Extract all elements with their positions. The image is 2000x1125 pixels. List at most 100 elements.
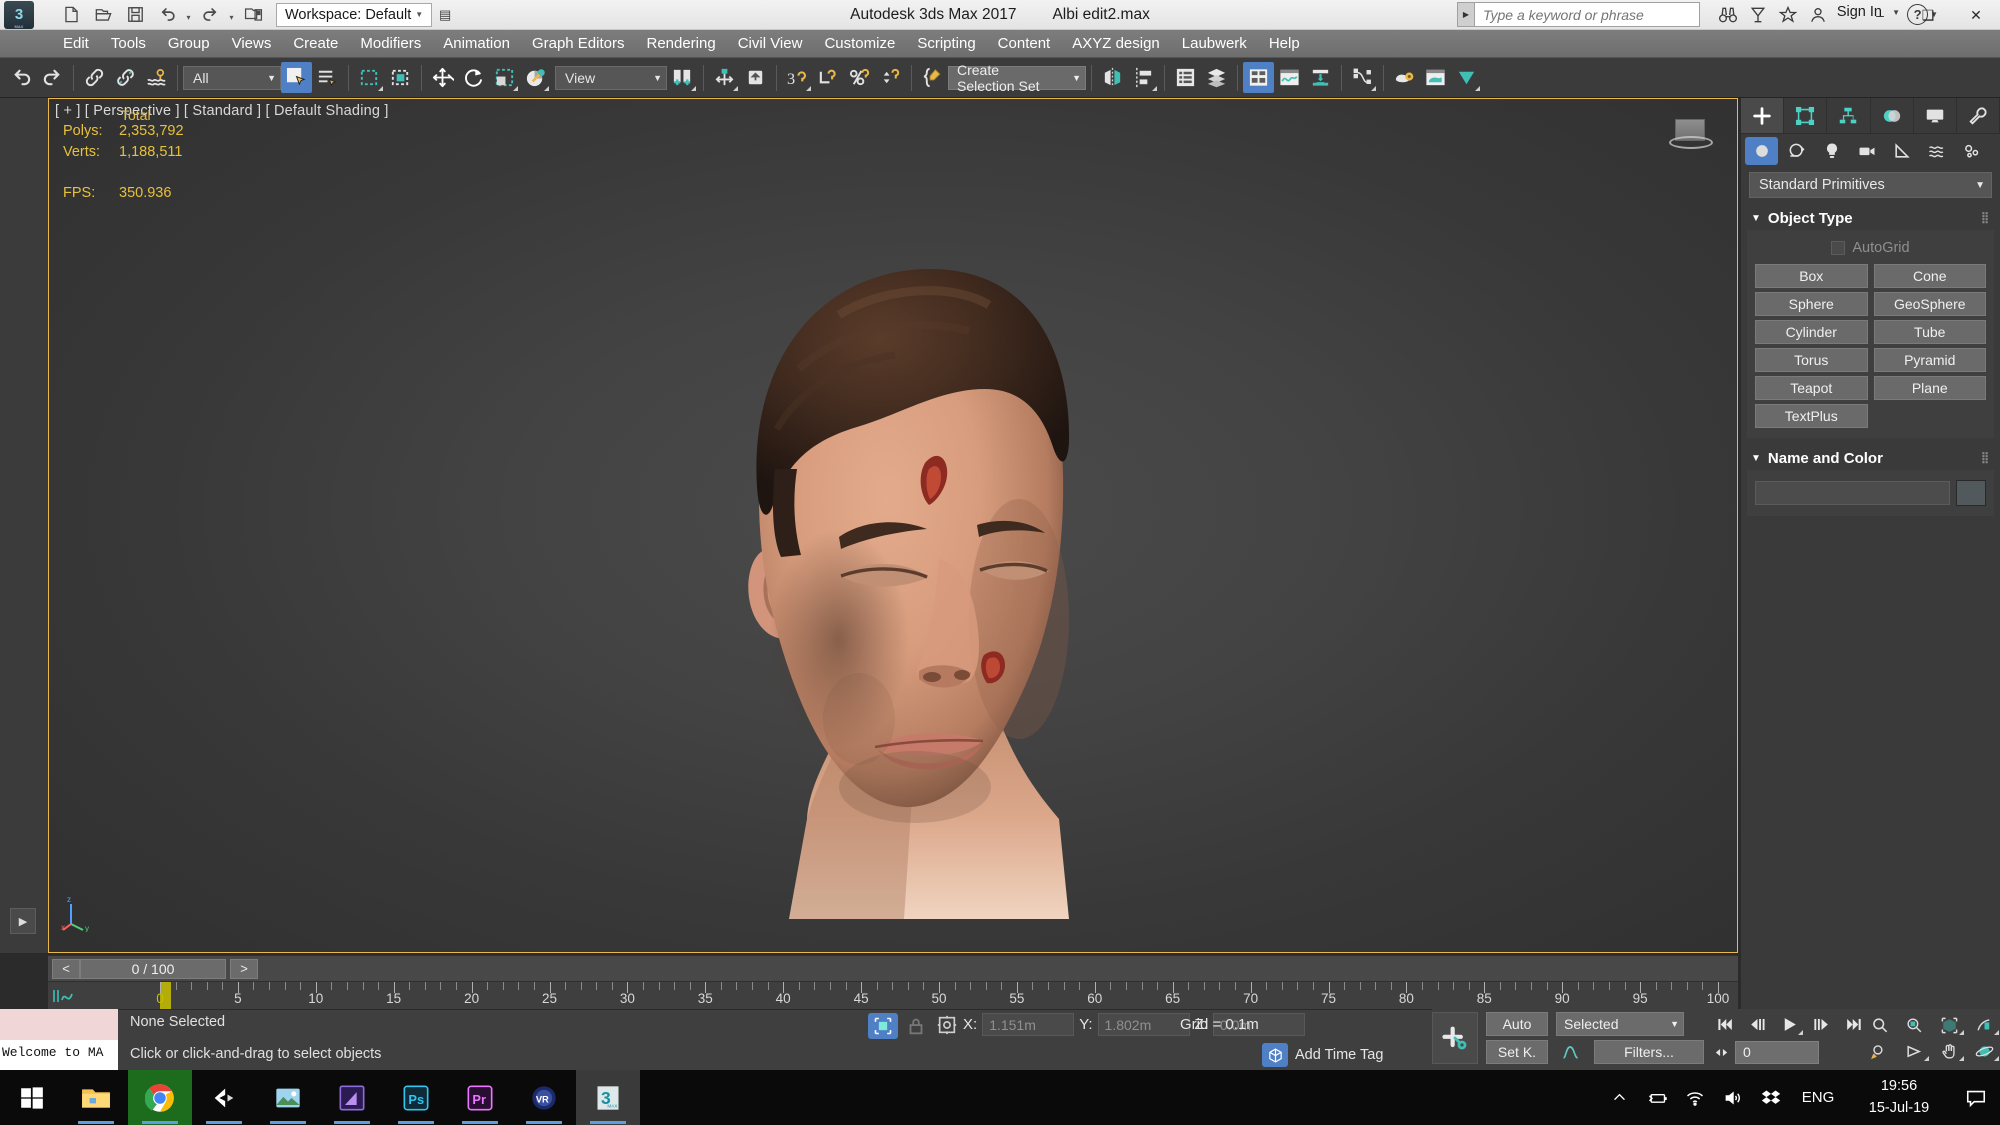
file-explorer-task[interactable] <box>64 1070 128 1125</box>
workspace-more-icon[interactable]: ▤ <box>434 3 456 27</box>
substance-task[interactable] <box>320 1070 384 1125</box>
helper-icon[interactable] <box>1885 137 1918 165</box>
arc-rotate-icon[interactable] <box>1897 1038 1932 1064</box>
camera-icon[interactable] <box>1850 137 1883 165</box>
space-warp-icon[interactable] <box>1920 137 1953 165</box>
chevron-down-icon[interactable]: ▼ <box>1751 213 1761 224</box>
chevron-down-icon[interactable]: ▼ <box>411 10 427 19</box>
object-type-plane-button[interactable]: Plane <box>1874 376 1987 400</box>
menu-item-customize[interactable]: Customize <box>813 30 906 58</box>
redo-dropdown-icon[interactable]: ▾ <box>227 2 236 28</box>
menu-item-animation[interactable]: Animation <box>432 30 521 58</box>
use-selection-center-icon[interactable] <box>709 62 740 93</box>
create-tab[interactable] <box>1741 98 1784 133</box>
time-slider[interactable]: < 0 / 100 > <box>48 955 1738 981</box>
ribbon-toggle-icon[interactable] <box>1243 62 1274 93</box>
select-object-icon[interactable] <box>281 62 312 93</box>
redo-icon[interactable] <box>195 2 225 28</box>
chevron-up-icon[interactable] <box>1600 1070 1638 1125</box>
menu-item-group[interactable]: Group <box>157 30 221 58</box>
select-and-place-icon[interactable] <box>520 62 551 93</box>
object-type-rollout-header[interactable]: ▼ Object Type ⣿ <box>1747 206 1994 230</box>
viewport-expand-button[interactable]: ▶ <box>10 908 36 934</box>
object-category-combo[interactable]: Standard Primitives ▼ <box>1749 172 1992 198</box>
vr-task[interactable]: VR <box>512 1070 576 1125</box>
person-icon[interactable] <box>1804 2 1832 28</box>
mini-listener-white[interactable]: Welcome to MA <box>0 1040 118 1070</box>
curve-editor-icon[interactable] <box>1274 62 1305 93</box>
prev-frame-button[interactable]: < <box>52 959 80 979</box>
y-field[interactable]: 1.802m <box>1098 1013 1190 1036</box>
menu-item-tools[interactable]: Tools <box>100 30 157 58</box>
use-center-flyout-icon[interactable] <box>667 62 698 93</box>
field-of-view-icon[interactable] <box>1967 1012 2000 1038</box>
default-tangent-icon[interactable] <box>1556 1040 1586 1064</box>
minimize-button[interactable]: – <box>1856 0 1904 30</box>
chevron-down-icon[interactable]: ▼ <box>643 73 662 83</box>
named-selection-set-combo[interactable]: Create Selection Set ▼ <box>948 66 1086 90</box>
layer-explorer-icon[interactable] <box>1170 62 1201 93</box>
speaker-icon[interactable] <box>1714 1070 1752 1125</box>
key-filter-target-combo[interactable]: Selected ▼ <box>1556 1012 1684 1036</box>
selection-lock-toggle-icon[interactable] <box>868 1013 898 1039</box>
select-and-move-icon[interactable] <box>427 62 458 93</box>
mini-listener-pink[interactable] <box>0 1009 118 1040</box>
set-key-button[interactable]: Set K. <box>1486 1040 1548 1064</box>
angle-snap-toggle-icon[interactable] <box>813 62 844 93</box>
menu-item-edit[interactable]: Edit <box>52 30 100 58</box>
track-bar-curve-icon[interactable] <box>52 987 78 1005</box>
current-frame-field[interactable]: 0 <box>1735 1041 1819 1064</box>
object-type-tube-button[interactable]: Tube <box>1874 320 1987 344</box>
viewport-label[interactable]: [ + ] [ Perspective ] [ Standard ] [ Def… <box>55 103 389 119</box>
close-button[interactable]: ✕ <box>1952 0 2000 30</box>
redo-scene-operation-icon[interactable] <box>37 62 68 93</box>
object-type-sphere-button[interactable]: Sphere <box>1755 292 1868 316</box>
zoom-icon[interactable] <box>1862 1012 1897 1038</box>
menu-item-create[interactable]: Create <box>282 30 349 58</box>
project-folder-icon[interactable] <box>238 2 268 28</box>
spinner-snap-toggle-icon[interactable] <box>875 62 906 93</box>
new-file-icon[interactable] <box>56 2 86 28</box>
object-name-field[interactable] <box>1755 481 1950 505</box>
time-tag-icon[interactable] <box>1262 1043 1288 1067</box>
shapes-subtab[interactable] <box>1780 137 1813 165</box>
object-type-cylinder-button[interactable]: Cylinder <box>1755 320 1868 344</box>
menu-item-views[interactable]: Views <box>221 30 283 58</box>
mirror-icon[interactable] <box>1097 62 1128 93</box>
search-expand-icon[interactable]: ▶ <box>1457 2 1474 27</box>
hierarchy-tab[interactable] <box>1827 98 1870 133</box>
premiere-task[interactable]: Pr <box>448 1070 512 1125</box>
select-by-name-icon[interactable] <box>312 62 343 93</box>
track-bar[interactable]: 5101520253035404550556065707580859095100… <box>48 981 1738 1009</box>
display-tab[interactable] <box>1914 98 1957 133</box>
undo-dropdown-icon[interactable]: ▾ <box>184 2 193 28</box>
maximize-viewport-icon[interactable] <box>1862 1038 1897 1064</box>
key-filters-button[interactable]: Filters... <box>1594 1040 1704 1064</box>
menu-item-axyz-design[interactable]: AXYZ design <box>1061 30 1171 58</box>
unity-task[interactable] <box>192 1070 256 1125</box>
object-color-swatch[interactable] <box>1956 480 1986 506</box>
name-and-color-rollout-header[interactable]: ▼ Name and Color ⣿ <box>1747 446 1994 470</box>
workspace-selector[interactable]: Workspace: Default ▼ <box>276 3 432 27</box>
window-crossing-icon[interactable] <box>385 62 416 93</box>
notification-icon[interactable] <box>1952 1070 2000 1125</box>
select-and-manipulate-icon[interactable] <box>740 62 771 93</box>
undo-scene-operation-icon[interactable] <box>6 62 37 93</box>
battery-icon[interactable] <box>1638 1070 1676 1125</box>
viewcube[interactable] <box>1669 119 1713 153</box>
search-input[interactable] <box>1474 2 1700 27</box>
edit-named-selection-sets-icon[interactable] <box>917 62 948 93</box>
render-production-icon[interactable] <box>1451 62 1482 93</box>
time-slider-handle[interactable]: 0 / 100 <box>80 959 226 979</box>
autogrid-checkbox-row[interactable]: AutoGrid <box>1755 236 1986 260</box>
open-file-icon[interactable] <box>88 2 118 28</box>
x-field[interactable]: 1.151m <box>982 1013 1074 1036</box>
unlink-selection-icon[interactable] <box>110 62 141 93</box>
menu-item-help[interactable]: Help <box>1258 30 1311 58</box>
app-logo-icon[interactable]: 3 <box>4 1 34 29</box>
scene-explorer-icon[interactable] <box>1201 62 1232 93</box>
reference-coordinate-system-combo[interactable]: View ▼ <box>555 66 667 90</box>
start-button[interactable] <box>0 1070 64 1125</box>
chrome-task[interactable] <box>128 1070 192 1125</box>
selection-filter-combo[interactable]: All ▼ <box>183 66 281 90</box>
